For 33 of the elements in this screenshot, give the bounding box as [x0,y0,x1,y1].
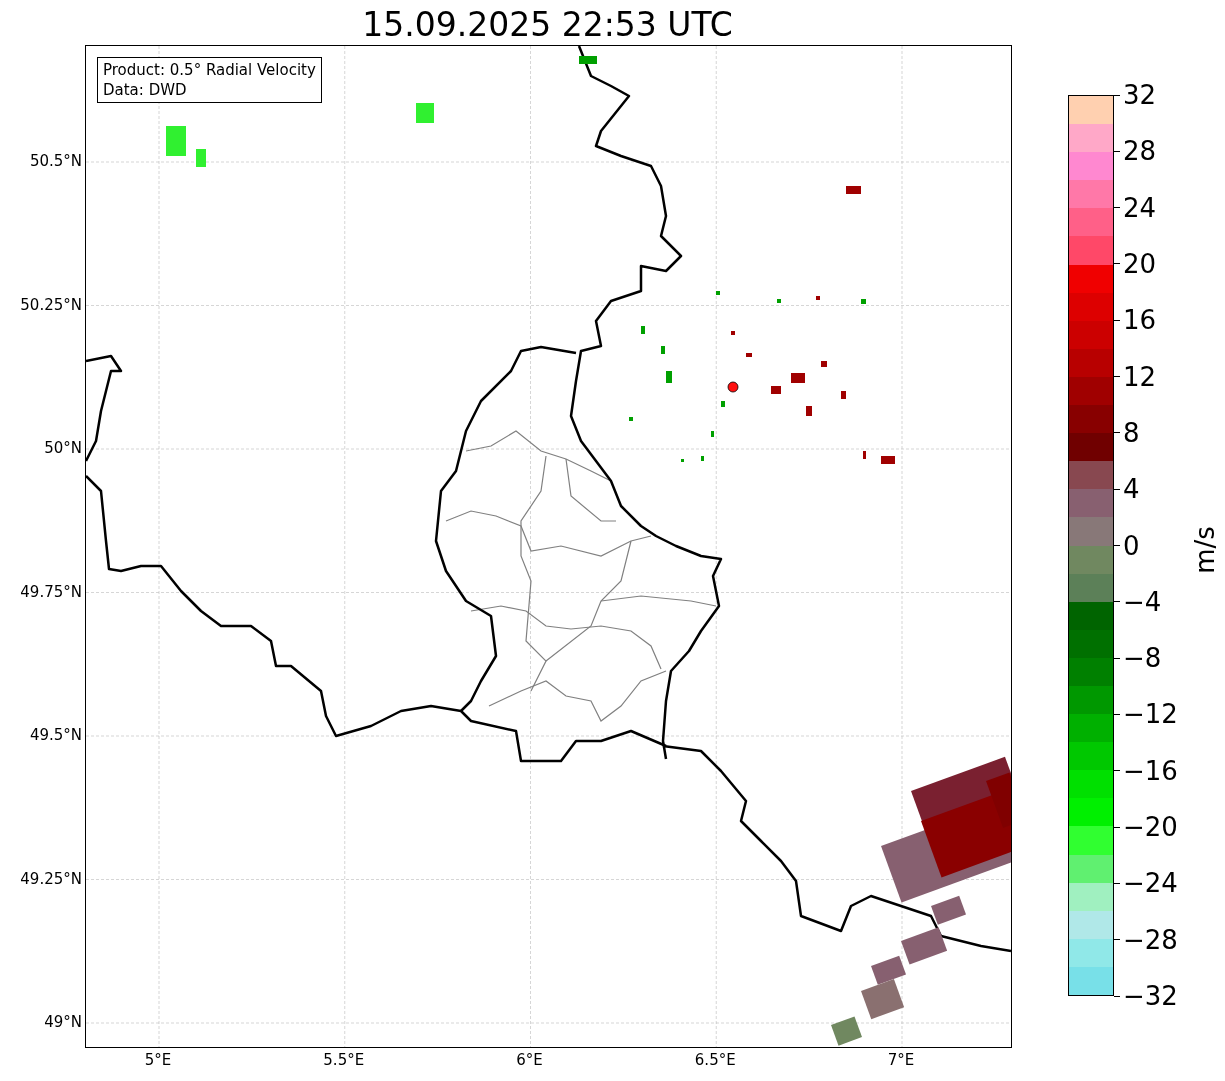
longitude-label: 5°E [144,1051,172,1069]
colorbar-tick-label: −4 [1123,586,1162,617]
legend-text: Product: 0.5° Radial Velocity [103,60,316,80]
latitude-label: 49.75°N [20,582,82,601]
colorbar-tick-label: 12 [1123,361,1157,392]
latitude-label: 49.5°N [29,726,82,744]
colorbar-tick-label: −28 [1123,924,1178,955]
colorbar-tick-label: −20 [1123,812,1178,843]
colorbar-tick-label: 0 [1123,530,1140,561]
colorbar-tick-label: 28 [1123,136,1157,167]
colorbar-tick-label: −24 [1123,868,1178,899]
latitude-label: 50.5°N [29,152,82,170]
colorbar-tick-label: −16 [1123,755,1178,786]
longitude-label: 5.5°E [323,1051,365,1069]
latitude-label: 50°N [44,439,82,457]
longitude-label: 6°E [516,1051,543,1069]
colorbar-tick-label: 20 [1123,248,1157,279]
colorbar-tick-label: −8 [1123,643,1162,674]
colorbar-label: m/s [1190,526,1220,574]
colorbar-tick-label: 4 [1123,474,1140,505]
chart-title: 15.09.2025 22:53 UTC [362,4,733,46]
colorbar-tick-label: 8 [1123,417,1140,448]
colorbar-tick-label: 16 [1123,305,1157,336]
longitude-label: 6.5°E [694,1051,736,1069]
colorbar-tick-label: 32 [1123,80,1157,110]
colorbar-tick-label: −12 [1123,699,1178,730]
colorbar-tick-label: −32 [1123,981,1178,1011]
colorbar-tick-label: 24 [1123,192,1157,223]
latitude-label: 49°N [44,1013,82,1031]
longitude-label: 7°E [887,1051,915,1069]
latitude-label: 49.25°N [20,869,82,888]
legend-text: Data: DWD [103,80,188,100]
latitude-label: 50.25°N [20,295,82,314]
